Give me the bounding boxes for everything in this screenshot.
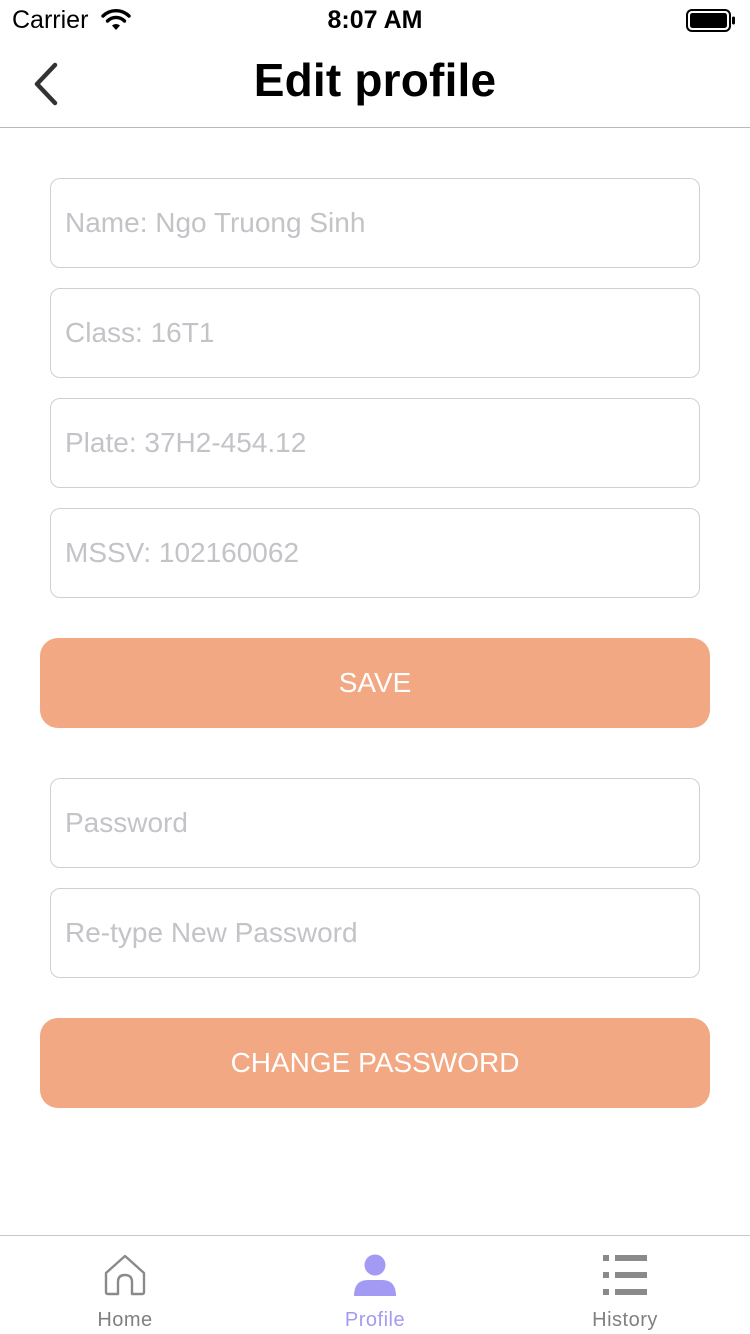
class-input[interactable] <box>51 289 699 377</box>
name-field <box>50 178 700 268</box>
name-input[interactable] <box>51 179 699 267</box>
tab-home-label: Home <box>97 1309 153 1331</box>
tab-profile[interactable]: Profile <box>250 1236 500 1334</box>
navigation-bar: Edit profile <box>0 40 750 128</box>
plate-field <box>50 398 700 488</box>
retype-password-input[interactable] <box>51 889 699 977</box>
password-input[interactable] <box>51 779 699 867</box>
tab-bar: Home Profile History <box>0 1235 750 1334</box>
list-icon <box>603 1255 647 1295</box>
page-title: Edit profile <box>253 54 497 106</box>
mssv-input[interactable] <box>51 509 699 597</box>
retype-password-field <box>50 888 700 978</box>
password-field <box>50 778 700 868</box>
tab-profile-label: Profile <box>344 1309 406 1331</box>
status-bar: Carrier 8:07 AM <box>0 0 750 40</box>
tab-history-label: History <box>592 1309 658 1331</box>
class-field <box>50 288 700 378</box>
tab-home[interactable]: Home <box>0 1236 250 1334</box>
plate-input[interactable] <box>51 399 699 487</box>
home-icon <box>104 1254 146 1296</box>
mssv-field <box>50 508 700 598</box>
change-password-button[interactable]: CHANGE PASSWORD <box>40 1018 710 1108</box>
save-button[interactable]: SAVE <box>40 638 710 728</box>
battery-icon <box>686 9 735 32</box>
person-icon <box>354 1254 396 1296</box>
tab-history[interactable]: History <box>500 1236 750 1334</box>
clock: 8:07 AM <box>327 6 423 34</box>
